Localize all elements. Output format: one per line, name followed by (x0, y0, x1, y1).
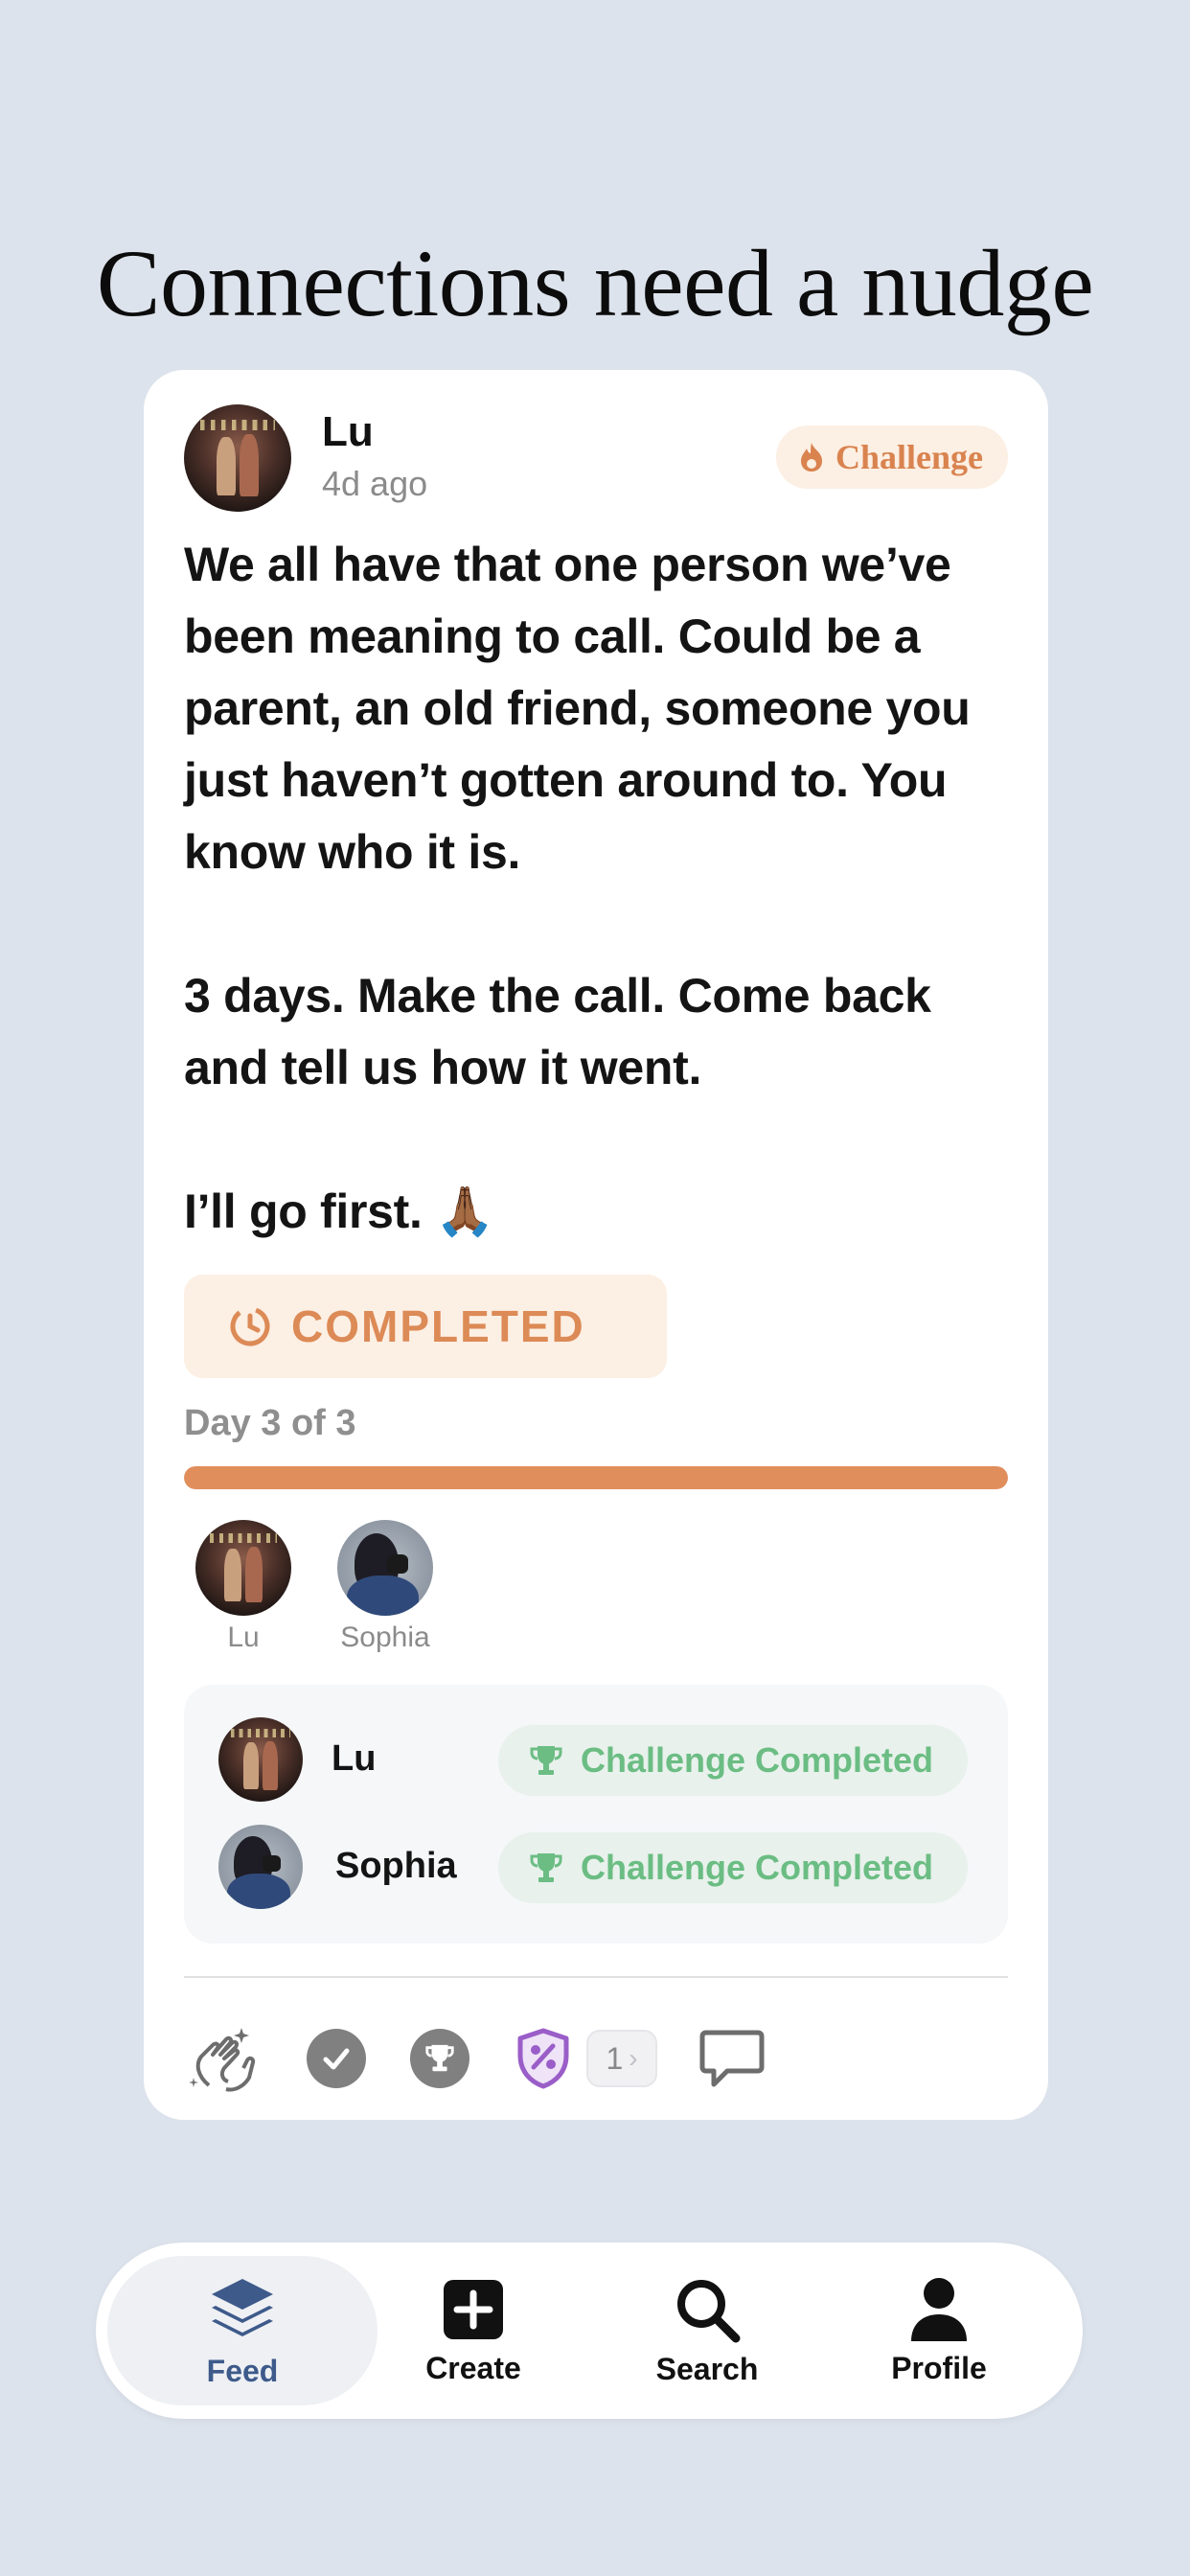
completion-list: Lu Challenge Completed Sophia Challenge … (184, 1685, 1008, 1944)
tab-profile[interactable]: Profile (874, 2242, 1004, 2419)
day-progress-label: Day 3 of 3 (184, 1403, 356, 1443)
challenge-progress-bar (184, 1466, 1008, 1489)
tab-create-label: Create (425, 2350, 521, 2385)
speech-bubble-icon (699, 2030, 765, 2087)
challenge-completed-label: Challenge Completed (581, 1848, 934, 1887)
plus-square-icon (444, 2279, 503, 2339)
timer-icon (230, 1306, 270, 1346)
post-body-text: We all have that one person we’ve been m… (184, 538, 971, 1238)
post-timestamp: 4d ago (322, 464, 428, 503)
bottom-tab-bar: Feed Create Search Profile (96, 2242, 1083, 2419)
completed-status: COMPLETED (184, 1275, 667, 1378)
participant-name: Lu (227, 1622, 260, 1653)
trophy-icon (530, 1746, 562, 1775)
challenge-completed-badge: Challenge Completed (498, 1832, 968, 1903)
participant-avatar-sophia[interactable] (337, 1520, 433, 1616)
challenge-completed-label: Challenge Completed (581, 1740, 934, 1780)
reaction-count: 1 (606, 2040, 624, 2076)
trophy-icon (410, 2029, 469, 2088)
tab-search[interactable]: Search (642, 2242, 772, 2419)
tab-feed[interactable]: Feed (107, 2242, 378, 2419)
page-headline: Connections need a nudge (96, 230, 1094, 336)
comment-button[interactable] (698, 2018, 767, 2099)
trophy-icon (530, 1853, 562, 1882)
check-reaction-button[interactable] (307, 2018, 366, 2099)
shield-percent-icon (517, 2028, 569, 2089)
tab-profile-label: Profile (891, 2350, 987, 2385)
completion-name: Sophia (335, 1846, 457, 1886)
badge-reaction-button[interactable] (514, 2018, 573, 2099)
challenge-completed-badge: Challenge Completed (498, 1725, 968, 1796)
challenge-progress-fill (184, 1466, 1008, 1489)
search-icon (677, 2279, 741, 2342)
challenge-post-card[interactable]: Lu 4d ago Challenge We all have that one… (144, 370, 1048, 2120)
tab-search-label: Search (655, 2351, 759, 2386)
reaction-divider (184, 1976, 1008, 1978)
completion-avatar-sophia[interactable] (218, 1825, 303, 1909)
author-name[interactable]: Lu (322, 408, 374, 456)
chevron-right-icon: › (629, 2043, 638, 2073)
clap-reaction-button[interactable] (184, 2018, 263, 2099)
challenge-badge-label: Challenge (835, 438, 983, 476)
clapping-hands-icon (189, 2028, 256, 2092)
completion-avatar-lu[interactable] (218, 1717, 303, 1802)
participant-name: Sophia (340, 1622, 430, 1653)
trophy-reaction-button[interactable] (410, 2018, 469, 2099)
participant-avatar-lu[interactable] (195, 1520, 291, 1616)
tab-feed-label: Feed (206, 2353, 279, 2388)
reaction-count-button[interactable]: 1 › (586, 2018, 657, 2099)
layers-icon (212, 2278, 273, 2336)
tab-create[interactable]: Create (408, 2242, 538, 2419)
completion-name: Lu (332, 1738, 377, 1779)
checkmark-icon (307, 2029, 366, 2088)
person-icon (911, 2277, 967, 2341)
completed-status-label: COMPLETED (291, 1301, 585, 1351)
author-avatar[interactable] (184, 404, 291, 512)
flame-icon (800, 443, 822, 472)
challenge-badge: Challenge (775, 426, 1008, 489)
